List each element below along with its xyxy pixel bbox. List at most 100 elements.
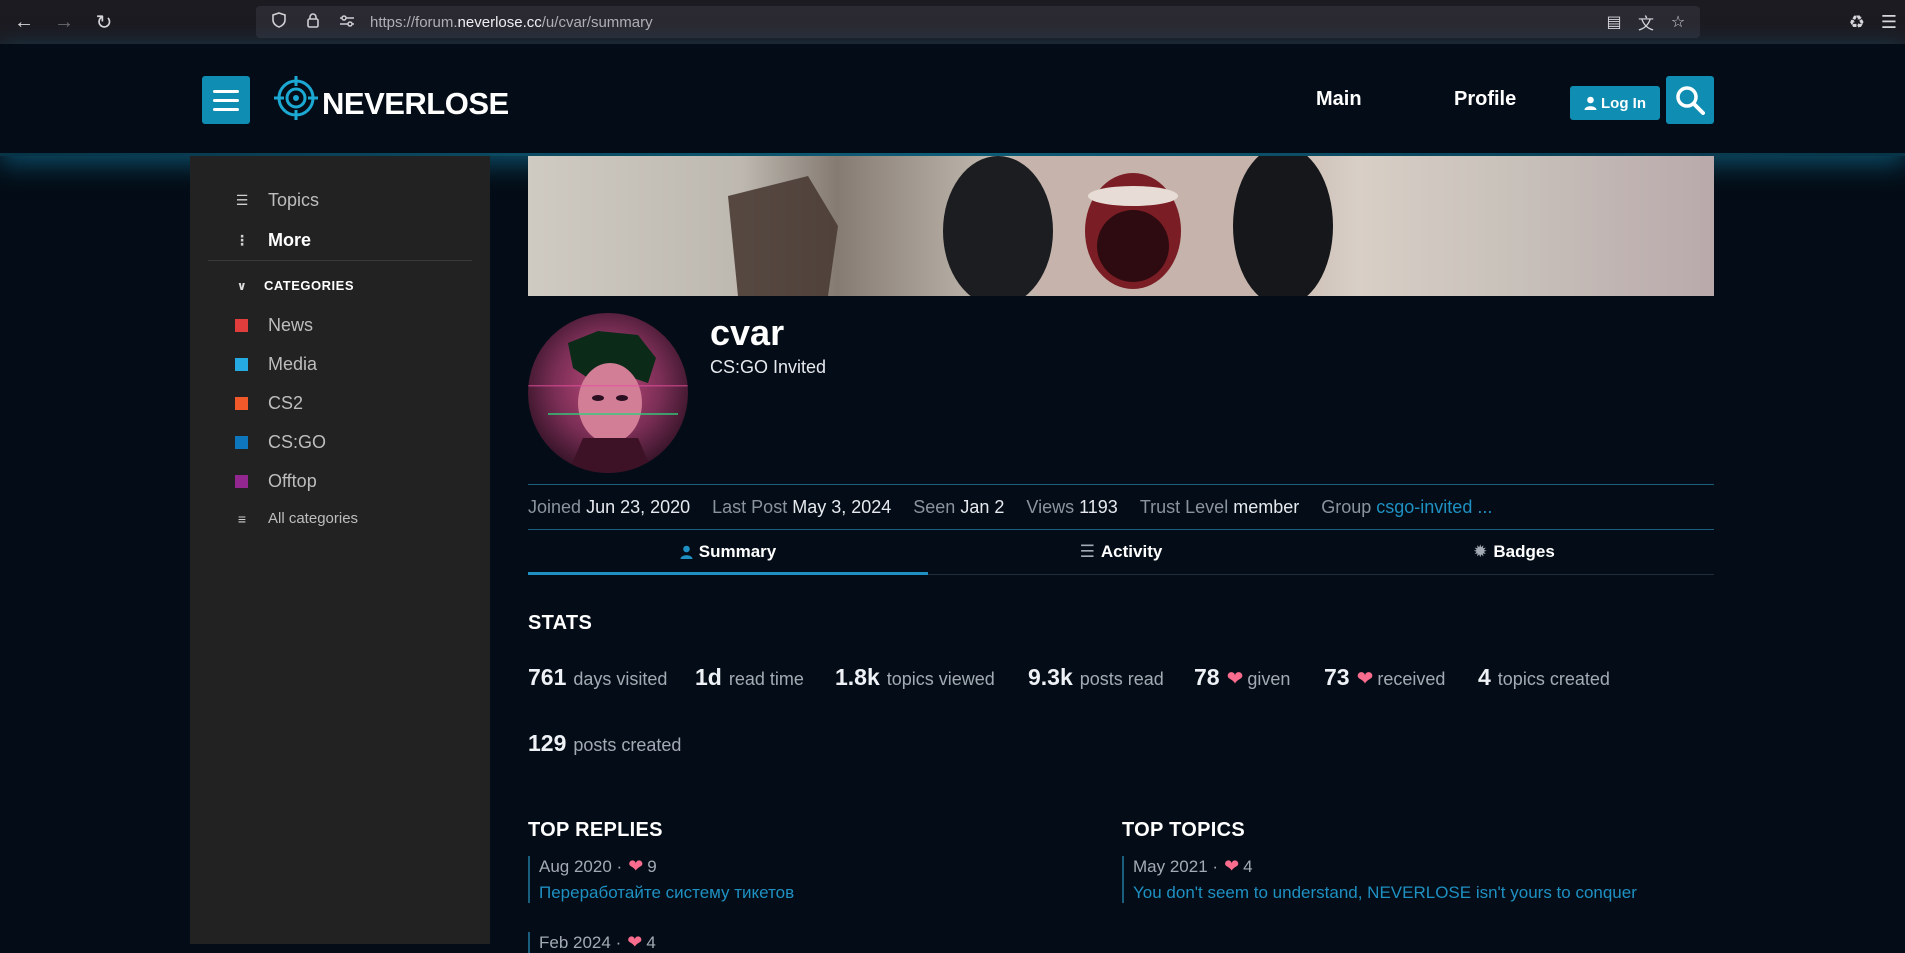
- post-date: Aug 2020: [539, 856, 612, 876]
- profile-user-title: CS:GO Invited: [710, 357, 827, 377]
- top-reply-item: Feb 2024 · ❤ 4: [528, 932, 656, 953]
- stat-likes-received: 73 ❤ received: [1324, 664, 1445, 691]
- nav-main-link[interactable]: Main: [1316, 88, 1362, 111]
- list-icon: ≡: [237, 510, 247, 527]
- nav-profile-link[interactable]: Profile: [1454, 88, 1516, 111]
- post-date: Feb 2024: [539, 932, 611, 952]
- sidebar-item-label: All categories: [268, 510, 359, 527]
- stat-read-time: 1d read time: [695, 664, 804, 691]
- extensions-icon[interactable]: ♻: [1841, 12, 1873, 33]
- category-color-swatch: [235, 319, 248, 332]
- category-color-swatch: [235, 358, 248, 371]
- heart-icon: ❤: [1224, 856, 1240, 876]
- sidebar-item-more[interactable]: ⋮ More: [232, 230, 311, 251]
- stat-topics-viewed: 1.8k topics viewed: [835, 664, 995, 691]
- sidebar-item-topics[interactable]: ☰ Topics: [232, 190, 319, 211]
- seen-date: Jan 2: [960, 496, 1005, 517]
- stat-posts-created: 129 posts created: [528, 730, 681, 757]
- views-info: Views 1193: [1026, 497, 1117, 518]
- joined-date: Jun 23, 2020: [586, 496, 691, 517]
- tab-label: Badges: [1493, 542, 1555, 561]
- trust-level-info: Trust Level member: [1140, 497, 1299, 518]
- post-likes: 9: [647, 856, 657, 876]
- meta-label: Group: [1321, 496, 1372, 517]
- sidebar-category-csgo[interactable]: CS:GO: [232, 432, 326, 453]
- sidebar-all-categories[interactable]: ≡ All categories: [232, 510, 358, 527]
- translate-icon[interactable]: 文: [1630, 10, 1662, 34]
- site-logo[interactable]: NEVERLOSE: [274, 74, 509, 122]
- trust-level-value: member: [1233, 496, 1300, 517]
- profile-username: cvar: [710, 312, 785, 353]
- app-menu-icon[interactable]: ☰: [1873, 12, 1905, 33]
- stat-label: topics viewed: [886, 669, 995, 689]
- site-permissions-icon[interactable]: [336, 14, 358, 31]
- meta-label: Last Post: [712, 496, 788, 517]
- tab-badges[interactable]: ✹ Badges: [1314, 530, 1714, 574]
- sidebar-category-news[interactable]: News: [232, 315, 313, 336]
- stat-value: 129: [528, 730, 567, 756]
- top-topic-item: May 2021 · ❤ 4 You don't seem to understan…: [1122, 856, 1637, 903]
- sidebar-category-offtop[interactable]: Offtop: [232, 471, 317, 492]
- stat-label: given: [1247, 669, 1291, 689]
- top-replies-heading: TOP REPLIES: [528, 819, 663, 841]
- tab-activity[interactable]: ☰ Activity: [921, 530, 1321, 574]
- lock-icon[interactable]: [302, 12, 324, 32]
- login-button[interactable]: Log In: [1570, 86, 1660, 120]
- bookmark-star-icon[interactable]: ☆: [1662, 12, 1694, 32]
- stat-topics-created: 4 topics created: [1478, 664, 1610, 691]
- sidebar-item-label: CS:GO: [268, 432, 327, 452]
- tab-label: Summary: [698, 542, 777, 561]
- stream-icon: ☰: [1079, 542, 1095, 561]
- back-arrow-icon[interactable]: ←: [4, 0, 44, 44]
- tab-summary[interactable]: Summary: [528, 530, 928, 575]
- sidebar-item-label: Media: [268, 354, 318, 374]
- last-post-info: Last Post May 3, 2024: [712, 497, 891, 518]
- stat-label: posts read: [1079, 669, 1164, 689]
- sidebar-item-label: More: [268, 230, 312, 250]
- stat-posts-read: 9.3k posts read: [1028, 664, 1164, 691]
- reload-icon[interactable]: ↻: [84, 0, 124, 44]
- certificate-icon: ✹: [1473, 542, 1488, 561]
- logo-text: NEVERLOSE: [322, 86, 509, 121]
- site-header: NEVERLOSE Main Profile Log In: [0, 44, 1905, 156]
- meta-label: Seen: [913, 496, 956, 517]
- url-domain: neverlose.cc: [457, 13, 542, 31]
- stat-days-visited: 761 days visited: [528, 664, 667, 691]
- vertical-ellipsis-icon: ⋮: [235, 232, 249, 248]
- stat-value: 78: [1194, 664, 1220, 690]
- user-icon: [1584, 96, 1597, 110]
- sidebar-category-media[interactable]: Media: [232, 354, 317, 375]
- stat-value: 4: [1478, 664, 1491, 690]
- category-color-swatch: [235, 475, 248, 488]
- seen-info: Seen Jan 2: [913, 497, 1004, 518]
- categories-header[interactable]: ∨ CATEGORIES: [232, 278, 354, 293]
- reader-view-icon[interactable]: ▤: [1598, 12, 1630, 32]
- login-label: Log In: [1601, 94, 1646, 112]
- browser-toolbar: ← → ↻ https://forum.neverlose.cc/u/cvar/…: [0, 0, 1905, 44]
- stat-label: topics created: [1497, 669, 1610, 689]
- layers-icon: ☰: [235, 192, 249, 208]
- target-logo-icon: [274, 76, 318, 120]
- shield-icon[interactable]: [268, 12, 290, 32]
- user-avatar[interactable]: [528, 313, 688, 473]
- post-title-link[interactable]: You don't seem to understand, NEVERLOSE …: [1133, 883, 1637, 903]
- url-text[interactable]: https://forum.neverlose.cc/u/cvar/summar…: [370, 14, 653, 31]
- profile-banner-image: [528, 156, 1714, 296]
- post-title-link[interactable]: Переработайте систему тикетов: [539, 883, 794, 903]
- forward-arrow-icon[interactable]: →: [44, 0, 84, 44]
- group-link[interactable]: csgo-invited ...: [1376, 497, 1492, 517]
- sidebar-item-label: Offtop: [268, 471, 317, 491]
- hamburger-menu-button[interactable]: [202, 76, 250, 124]
- sidebar-category-cs2[interactable]: CS2: [232, 393, 303, 414]
- top-reply-item: Aug 2020 · ❤ 9 Переработайте систему тикет…: [528, 856, 794, 903]
- stat-label: posts created: [573, 735, 682, 755]
- profile-tabs: Summary ☰ Activity ✹ Badges: [528, 530, 1714, 575]
- search-button[interactable]: [1666, 76, 1714, 124]
- address-bar[interactable]: https://forum.neverlose.cc/u/cvar/summar…: [256, 6, 1700, 38]
- meta-label: Trust Level: [1139, 496, 1229, 517]
- stat-label: days visited: [573, 669, 668, 689]
- post-likes: 4: [646, 932, 656, 952]
- category-color-swatch: [235, 436, 248, 449]
- stat-value: 9.3k: [1028, 664, 1073, 690]
- sidebar-item-label: News: [268, 315, 314, 335]
